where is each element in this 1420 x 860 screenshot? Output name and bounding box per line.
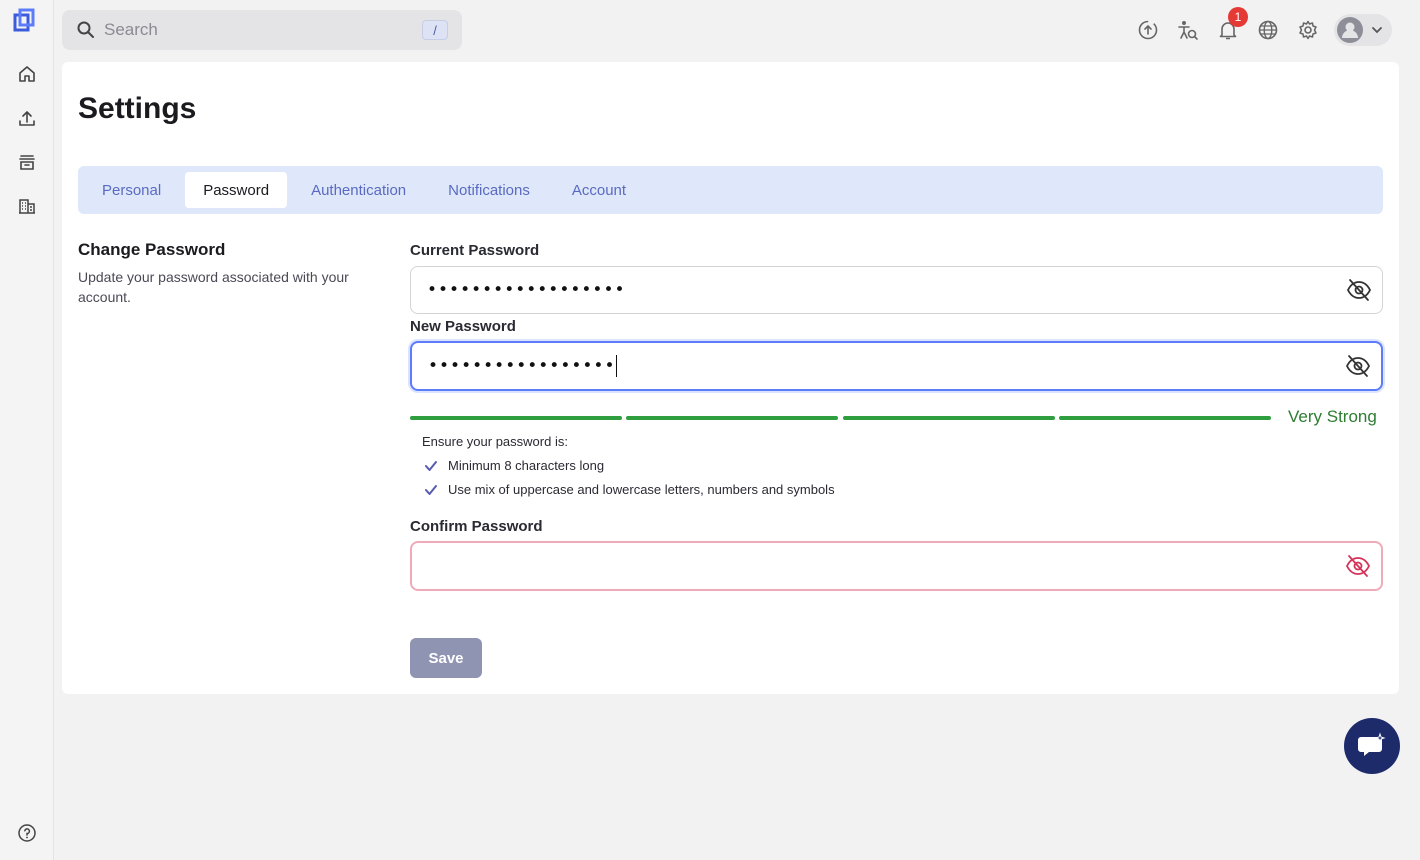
eye-off-icon[interactable]	[1345, 354, 1371, 378]
current-password-field[interactable]: ••••••••••••••••••	[410, 266, 1383, 314]
chat-bubble-icon	[1358, 732, 1386, 756]
confirm-password-label: Confirm Password	[410, 518, 543, 535]
new-password-label: New Password	[410, 318, 516, 335]
current-password-label: Current Password	[410, 242, 540, 259]
chat-support-button[interactable]	[1344, 718, 1400, 774]
page-title: Settings	[78, 92, 197, 125]
settings-gear-icon[interactable]	[1292, 14, 1324, 46]
strength-segment	[410, 416, 622, 420]
settings-card: Settings Personal Password Authenticatio…	[62, 62, 1399, 694]
current-password-value: ••••••••••••••••••	[427, 280, 626, 300]
requirement-text: Use mix of uppercase and lowercase lette…	[448, 482, 835, 497]
settings-tabs: Personal Password Authentication Notific…	[78, 166, 1383, 214]
check-icon	[425, 484, 437, 495]
new-password-field[interactable]: •••••••••••••••••	[410, 341, 1383, 391]
search-bar[interactable]: /	[62, 10, 462, 50]
strength-label: Very Strong	[1288, 407, 1377, 426]
section-title: Change Password	[78, 240, 226, 259]
strength-segment	[1059, 416, 1271, 420]
password-strength-meter	[410, 416, 1383, 422]
requirement-item: Use mix of uppercase and lowercase lette…	[424, 482, 835, 497]
search-input[interactable]	[104, 20, 404, 40]
new-password-value: •••••••••••••••••	[428, 356, 616, 376]
save-button[interactable]: Save	[410, 638, 482, 678]
tab-authentication[interactable]: Authentication	[293, 172, 424, 208]
accessibility-icon[interactable]	[1172, 14, 1204, 46]
requirement-item: Minimum 8 characters long	[424, 458, 604, 473]
notifications-bell-icon[interactable]: 1	[1212, 7, 1248, 46]
eye-off-icon[interactable]	[1346, 278, 1372, 302]
chevron-down-icon	[1372, 27, 1382, 34]
notification-count-badge: 1	[1228, 7, 1248, 27]
tab-personal[interactable]: Personal	[84, 172, 179, 208]
tab-account[interactable]: Account	[554, 172, 644, 208]
app-logo-icon[interactable]	[9, 6, 39, 36]
user-menu[interactable]	[1334, 14, 1392, 46]
strength-segment	[626, 416, 838, 420]
text-cursor	[616, 355, 618, 377]
requirement-text: Minimum 8 characters long	[448, 458, 605, 473]
upload-status-icon[interactable]	[1132, 14, 1164, 46]
organization-icon[interactable]	[14, 193, 40, 219]
confirm-password-field[interactable]	[410, 541, 1383, 591]
home-icon[interactable]	[14, 61, 40, 87]
strength-segment	[843, 416, 1055, 420]
sidebar	[0, 0, 54, 860]
help-icon[interactable]	[14, 820, 40, 846]
tab-notifications[interactable]: Notifications	[430, 172, 548, 208]
search-shortcut-badge: /	[422, 20, 448, 40]
search-icon	[77, 21, 94, 38]
topbar-actions: 1	[1124, 7, 1392, 46]
avatar-icon	[1337, 17, 1363, 43]
language-globe-icon[interactable]	[1252, 14, 1284, 46]
check-icon	[425, 460, 437, 471]
eye-off-icon[interactable]	[1345, 554, 1371, 578]
requirements-title: Ensure your password is:	[422, 434, 568, 449]
upload-icon[interactable]	[14, 105, 40, 131]
tab-password[interactable]: Password	[185, 172, 288, 208]
section-description: Update your password associated with you…	[78, 269, 349, 305]
archive-icon[interactable]	[14, 149, 40, 175]
